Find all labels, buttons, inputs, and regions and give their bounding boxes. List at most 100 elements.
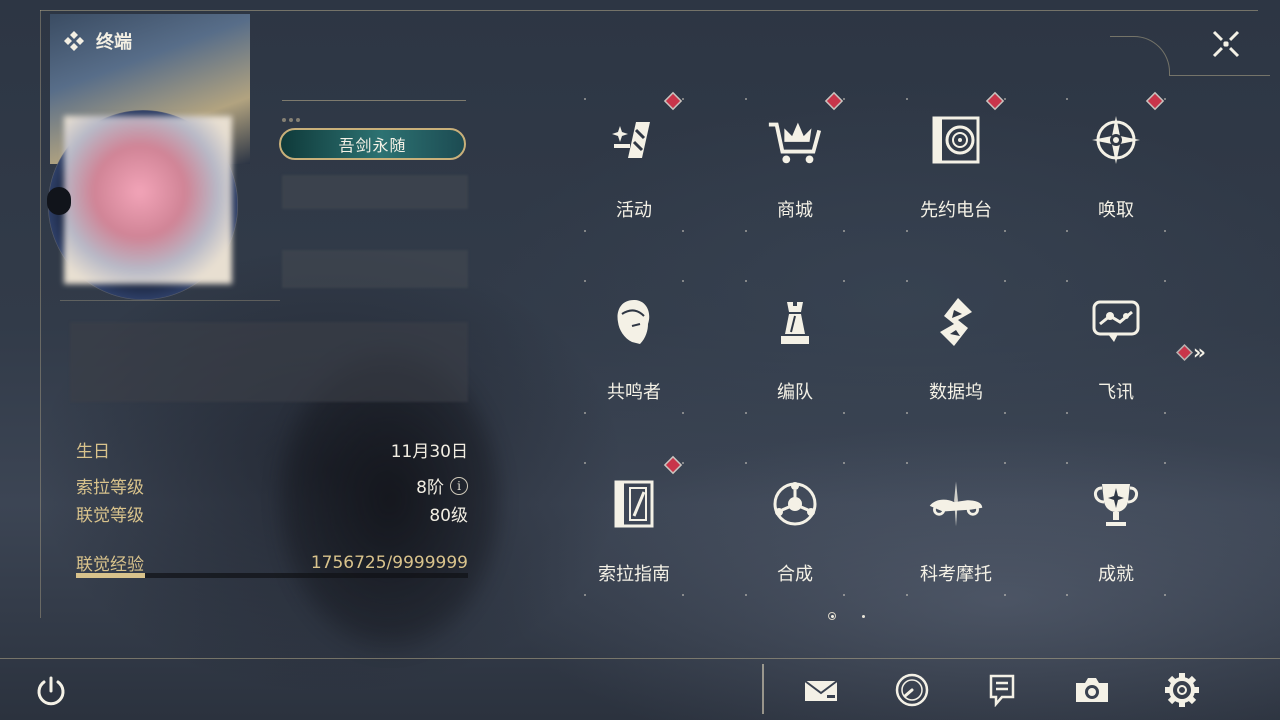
next-page-badge xyxy=(1178,345,1191,359)
menu-item-corner xyxy=(745,412,747,414)
menu-item-corner xyxy=(843,230,845,232)
menu-item-corner xyxy=(682,462,684,464)
power-button[interactable] xyxy=(34,674,68,708)
team-chess-icon xyxy=(765,292,825,352)
settings-button[interactable] xyxy=(1162,670,1202,710)
synthesis-icon xyxy=(765,474,825,534)
menu-item-label: 商城 xyxy=(777,200,813,221)
menu-item-corner xyxy=(906,98,908,100)
menu-item-7[interactable]: 数据坞 xyxy=(876,274,1036,444)
menu-item-1[interactable]: 活动 xyxy=(554,92,714,262)
menu-item-label: 合成 xyxy=(777,564,813,585)
frame-corner-line xyxy=(1170,75,1270,76)
menu-item-corner xyxy=(906,280,908,282)
sola-level-value-group: 8阶 i xyxy=(416,473,468,498)
menu-item-corner xyxy=(1164,594,1166,596)
union-level-label: 联觉等级 xyxy=(76,506,144,526)
close-button[interactable] xyxy=(1206,24,1246,64)
menu-item-corner xyxy=(843,412,845,414)
clock-icon xyxy=(895,673,929,707)
menu-item-corner xyxy=(1004,230,1006,232)
menu-item-corner xyxy=(682,594,684,596)
notice-button[interactable] xyxy=(982,670,1022,710)
menu-item-label: 科考摩托 xyxy=(920,564,992,585)
window-title: 终端 xyxy=(62,28,132,54)
resonator-icon xyxy=(604,292,664,352)
settings-gear-icon xyxy=(1165,673,1199,707)
menu-item-9[interactable]: 索拉指南 xyxy=(554,456,714,626)
menu-item-corner xyxy=(1066,98,1068,100)
message-icon xyxy=(1086,292,1146,352)
title-badge[interactable]: 吾剑永随 xyxy=(279,128,466,160)
motorcycle-icon xyxy=(926,474,986,534)
mail-button[interactable] xyxy=(802,670,842,710)
menu-item-corner xyxy=(1164,230,1166,232)
frame-left-line xyxy=(40,10,41,618)
notification-badge xyxy=(665,457,681,473)
menu-item-corner xyxy=(1066,412,1068,414)
summon-compass-icon xyxy=(1086,110,1146,170)
menu-item-corner xyxy=(745,462,747,464)
menu-item-label: 共鸣者 xyxy=(607,382,661,403)
menu-item-corner xyxy=(1004,98,1006,100)
menu-item-3[interactable]: 先约电台 xyxy=(876,92,1036,262)
menu-item-8[interactable]: 飞讯 xyxy=(1036,274,1196,444)
menu-item-corner xyxy=(906,462,908,464)
trophy-icon xyxy=(1086,474,1146,534)
menu-item-corner xyxy=(1164,280,1166,282)
menu-item-5[interactable]: 共鸣者 xyxy=(554,274,714,444)
menu-item-corner xyxy=(745,98,747,100)
menu-item-corner xyxy=(1004,462,1006,464)
menu-item-corner xyxy=(1066,280,1068,282)
window-title-text: 终端 xyxy=(96,32,132,53)
menu-item-corner xyxy=(584,462,586,464)
player-name-redacted xyxy=(282,175,468,209)
sola-level-label: 索拉等级 xyxy=(76,478,144,498)
activity-icon xyxy=(604,110,664,170)
avatar[interactable] xyxy=(64,116,232,284)
player-id-redacted xyxy=(282,250,468,288)
menu-item-12[interactable]: 成就 xyxy=(1036,456,1196,626)
next-page-button[interactable]: » xyxy=(1178,340,1206,364)
menu-item-corner xyxy=(843,280,845,282)
menu-item-11[interactable]: 科考摩托 xyxy=(876,456,1036,626)
menu-item-corner xyxy=(745,280,747,282)
notice-icon xyxy=(989,674,1015,707)
menu-item-corner xyxy=(1164,412,1166,414)
menu-item-corner xyxy=(682,98,684,100)
union-exp-bar-fill xyxy=(76,573,145,578)
menu-item-2[interactable]: 商城 xyxy=(715,92,875,262)
menu-item-label: 成就 xyxy=(1098,564,1134,585)
time-button[interactable] xyxy=(892,670,932,710)
sola-level-value: 8阶 xyxy=(416,478,444,498)
close-icon xyxy=(1212,30,1240,58)
info-icon[interactable]: i xyxy=(450,476,468,495)
birthday-value: 11月30日 xyxy=(390,442,468,462)
page-dot-2[interactable] xyxy=(862,614,865,618)
menu-item-label: 数据坞 xyxy=(929,382,983,403)
frame-top-line xyxy=(40,10,1258,11)
menu-item-6[interactable]: 编队 xyxy=(715,274,875,444)
diamond-cluster-icon xyxy=(64,31,84,51)
page-dot-1[interactable] xyxy=(828,612,836,620)
menu-item-4[interactable]: 唤取 xyxy=(1036,92,1196,262)
menu-item-corner xyxy=(1066,594,1068,596)
menu-item-corner xyxy=(843,594,845,596)
menu-item-label: 编队 xyxy=(777,382,813,403)
menu-item-corner xyxy=(584,230,586,232)
shop-cart-icon xyxy=(765,110,825,170)
guide-icon xyxy=(604,474,664,534)
birthday-label: 生日 xyxy=(76,442,110,462)
notification-badge xyxy=(665,93,681,109)
next-page-arrow-icon: » xyxy=(1193,340,1206,364)
menu-item-corner xyxy=(906,412,908,414)
menu-item-corner xyxy=(1066,230,1068,232)
menu-item-10[interactable]: 合成 xyxy=(715,456,875,626)
union-exp-value: 1756725/9999999 xyxy=(310,552,468,573)
menu-item-label: 飞讯 xyxy=(1098,382,1134,403)
menu-item-corner xyxy=(584,412,586,414)
menu-item-corner xyxy=(682,280,684,282)
union-level-value: 80级 xyxy=(429,506,468,526)
camera-button[interactable] xyxy=(1072,670,1112,710)
signature-redacted[interactable] xyxy=(70,322,468,402)
